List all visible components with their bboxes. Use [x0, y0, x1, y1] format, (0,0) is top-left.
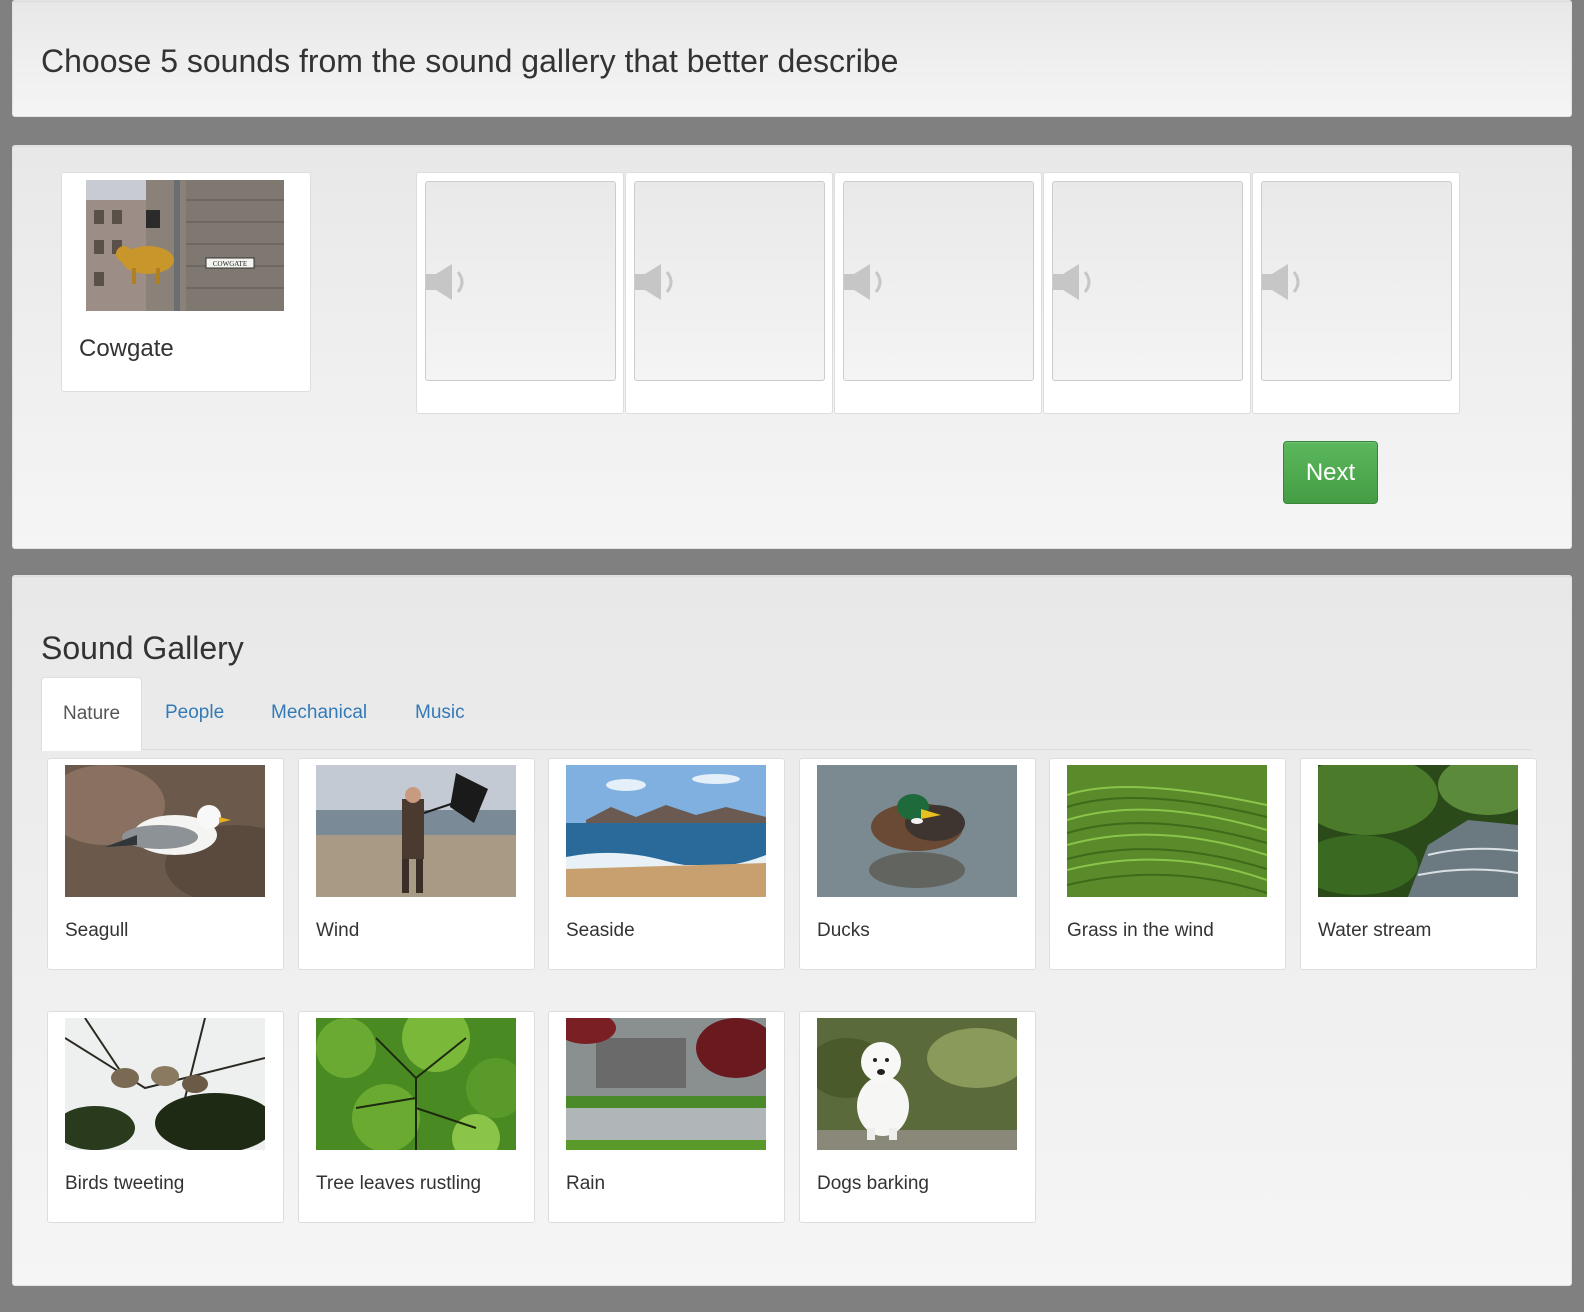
grass-photo	[1067, 765, 1267, 897]
sound-slot-2[interactable]	[625, 172, 833, 414]
water-stream-photo	[1318, 765, 1518, 897]
sound-card-seaside[interactable]: Seaside	[548, 758, 785, 970]
sound-card-seagull[interactable]: Seagull	[47, 758, 284, 970]
sound-gallery-panel: Sound Gallery Nature People Mechanical M…	[12, 575, 1572, 1286]
sound-card-dogs-barking[interactable]: Dogs barking	[799, 1011, 1036, 1223]
speaker-icon	[635, 264, 673, 300]
sound-slot-drop-area[interactable]	[843, 181, 1034, 381]
sound-card-ducks[interactable]: Ducks	[799, 758, 1036, 970]
sound-card-label: Grass in the wind	[1067, 920, 1214, 941]
sound-slot-drop-area[interactable]	[1261, 181, 1452, 381]
sound-card-wind[interactable]: Wind	[298, 758, 535, 970]
location-name: Cowgate	[79, 335, 174, 362]
sound-card-label: Seaside	[566, 920, 635, 941]
sound-card-tree-leaves-rustling[interactable]: Tree leaves rustling	[298, 1011, 535, 1223]
tree-leaves-photo	[316, 1018, 516, 1150]
tab-people[interactable]: People	[144, 677, 245, 750]
sound-slot-drop-area[interactable]	[634, 181, 825, 381]
instruction-panel: Choose 5 sounds from the sound gallery t…	[12, 0, 1572, 117]
sound-slot-5[interactable]	[1252, 172, 1460, 414]
seaside-photo	[566, 765, 766, 897]
tab-music[interactable]: Music	[394, 677, 486, 750]
sound-card-grass-in-the-wind[interactable]: Grass in the wind	[1049, 758, 1286, 970]
speaker-icon	[844, 264, 882, 300]
wind-photo	[316, 765, 516, 897]
gallery-title: Sound Gallery	[41, 630, 244, 666]
seagull-photo	[65, 765, 265, 897]
selection-panel: COWGATE Cowgate Next	[12, 145, 1572, 549]
sound-slot-drop-area[interactable]	[425, 181, 616, 381]
sound-card-label: Dogs barking	[817, 1173, 929, 1194]
location-photo: COWGATE	[86, 180, 284, 311]
sound-slot-4[interactable]	[1043, 172, 1251, 414]
speaker-icon	[1053, 264, 1091, 300]
gallery-tabs: Nature People Mechanical Music	[41, 677, 1531, 751]
sound-card-label: Seagull	[65, 920, 129, 941]
location-card: COWGATE Cowgate	[61, 172, 311, 392]
next-button[interactable]: Next	[1283, 441, 1378, 504]
sound-card-water-stream[interactable]: Water stream	[1300, 758, 1537, 970]
sound-slot-1[interactable]	[416, 172, 624, 414]
rain-photo	[566, 1018, 766, 1150]
sound-card-label: Birds tweeting	[65, 1173, 185, 1194]
birds-photo	[65, 1018, 265, 1150]
tab-nature[interactable]: Nature	[41, 677, 143, 751]
sound-card-birds-tweeting[interactable]: Birds tweeting	[47, 1011, 284, 1223]
sound-card-label: Tree leaves rustling	[316, 1173, 482, 1194]
sound-card-rain[interactable]: Rain	[548, 1011, 785, 1223]
sound-card-label: Rain	[566, 1173, 606, 1194]
sound-slot-drop-area[interactable]	[1052, 181, 1243, 381]
dog-photo	[817, 1018, 1017, 1150]
sound-card-label: Ducks	[817, 920, 870, 941]
ducks-photo	[817, 765, 1017, 897]
speaker-icon	[426, 264, 464, 300]
tab-mechanical[interactable]: Mechanical	[250, 677, 388, 750]
sound-card-label: Water stream	[1318, 920, 1432, 941]
sound-card-label: Wind	[316, 920, 360, 941]
speaker-icon	[1262, 264, 1300, 300]
sound-slot-3[interactable]	[834, 172, 1042, 414]
page-title: Choose 5 sounds from the sound gallery t…	[41, 43, 899, 79]
street-sign-text: COWGATE	[213, 260, 247, 268]
